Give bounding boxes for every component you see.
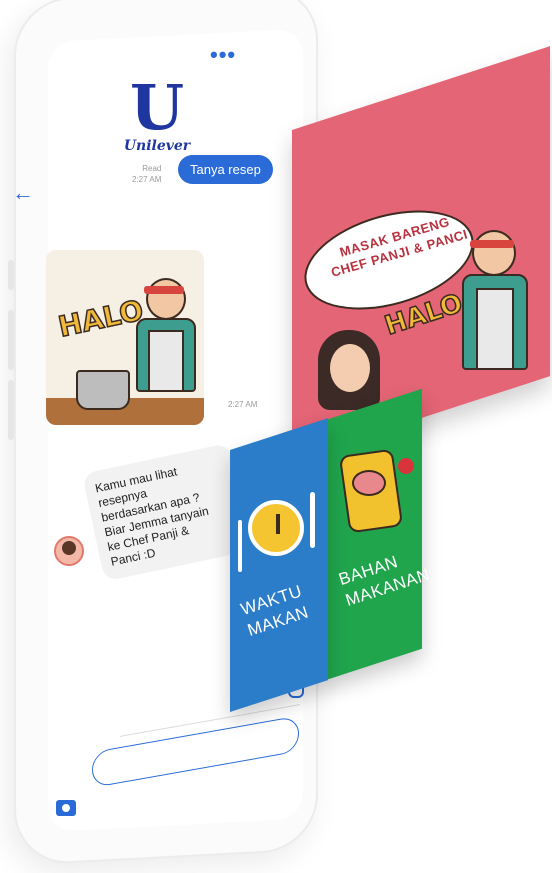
- sticker-halo-text: HALO: [55, 293, 147, 345]
- meat-icon: [352, 470, 386, 496]
- back-arrow-icon[interactable]: ←: [12, 180, 34, 206]
- side-button: [8, 380, 14, 440]
- sticker-image[interactable]: HALO: [46, 250, 204, 425]
- tomato-icon: [398, 458, 414, 474]
- message-meta: Read 2:27 AM: [132, 163, 161, 185]
- chef-illustration: [134, 278, 196, 392]
- read-status: Read: [142, 164, 162, 173]
- girl-face: [330, 344, 370, 392]
- unilever-logo: U Unilever: [112, 71, 202, 155]
- side-button: [8, 260, 14, 290]
- side-button: [8, 310, 14, 370]
- option-card-bahan-makanan[interactable]: [326, 388, 422, 680]
- chef-apron: [148, 330, 184, 392]
- sticker-time: 2:27 AM: [228, 400, 258, 409]
- girl-illustration: [318, 330, 380, 410]
- logo-wordmark: Unilever: [123, 138, 191, 154]
- chef-head: [472, 230, 516, 276]
- pot-illustration: [76, 370, 130, 410]
- chef-illustration: [458, 230, 528, 370]
- chef-headband: [470, 240, 514, 248]
- more-dots-icon[interactable]: •••: [210, 42, 236, 68]
- option-card-waktu-makan[interactable]: [230, 418, 328, 712]
- chef-head: [146, 278, 186, 320]
- camera-icon[interactable]: [56, 800, 76, 816]
- chef-apron: [476, 288, 514, 370]
- fork-icon: [238, 520, 242, 572]
- message-time: 2:27 AM: [132, 175, 162, 184]
- outgoing-message[interactable]: Tanya resep: [178, 155, 273, 184]
- logo-mark: U: [129, 71, 185, 144]
- avatar: [54, 536, 84, 566]
- chef-headband: [144, 286, 184, 294]
- clock-icon: [248, 500, 304, 556]
- knife-icon: [310, 492, 315, 548]
